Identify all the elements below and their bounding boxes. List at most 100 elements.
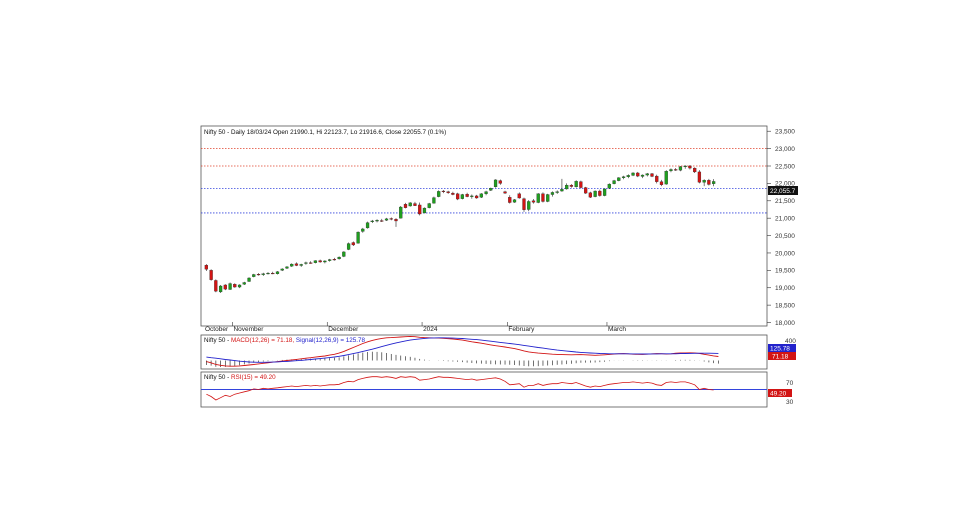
month-tick-label: March	[608, 326, 626, 333]
candle-body	[299, 264, 303, 266]
price-y-tick-label: 22,500	[775, 163, 795, 170]
candle-body	[275, 271, 280, 274]
price-y-tick-label: 23,000	[775, 146, 795, 153]
candle-body	[503, 191, 507, 194]
candle-body	[460, 194, 464, 199]
candle-body	[441, 190, 446, 192]
candle-body	[560, 189, 564, 192]
rsi-label-prefix: Nifty 50 -	[204, 374, 231, 381]
candle-body	[242, 282, 246, 285]
month-tick-label: October	[205, 326, 229, 333]
last-price-label: 22,055.7	[770, 188, 796, 195]
candle-body	[650, 173, 654, 177]
candle-body	[252, 274, 256, 277]
candle-body	[375, 220, 379, 222]
candle-body	[309, 262, 313, 264]
candle-body	[418, 204, 422, 215]
candle-body	[565, 184, 569, 190]
candle-body	[294, 263, 299, 266]
candle-53	[456, 192, 460, 201]
candle-body	[399, 206, 403, 219]
candle-5	[228, 282, 232, 290]
candle-body	[271, 272, 275, 275]
candle-body	[536, 193, 540, 203]
candle-body	[655, 175, 659, 182]
month-tick-label: December	[328, 326, 359, 333]
candle-body	[285, 266, 289, 269]
price-y-tick-label: 23,500	[775, 129, 795, 136]
macd-y-tick: 400	[785, 338, 796, 345]
candle-body	[223, 284, 227, 290]
candle-body	[669, 169, 673, 172]
candle-body	[702, 180, 706, 183]
candle-body	[522, 198, 526, 210]
candle-body	[351, 242, 355, 246]
candle-body	[569, 184, 574, 187]
candle-30	[346, 242, 351, 251]
candle-body	[640, 174, 645, 177]
candle-body	[612, 180, 616, 184]
candle-34	[365, 221, 370, 229]
candle-body	[508, 197, 512, 203]
candle-body	[527, 201, 531, 210]
candle-48	[432, 196, 436, 204]
macd-panel-label: Nifty 50 - MACD(12,26) = 71.18, Signal(1…	[204, 337, 366, 344]
candle-body	[588, 192, 592, 198]
candle-81	[588, 191, 592, 198]
candle-body	[617, 177, 621, 181]
candle-body	[233, 284, 237, 288]
candle-body	[218, 285, 223, 293]
candle-body	[697, 171, 702, 183]
price-y-tick-label: 21,500	[775, 198, 795, 205]
rsi-label-value: RSI(15) = 49.20	[231, 374, 276, 381]
month-tick-label: November	[233, 326, 264, 333]
month-tick-label: February	[508, 326, 535, 333]
price-y-tick-label: 18,500	[775, 302, 795, 309]
candle-body	[631, 172, 635, 176]
candle-body	[465, 194, 469, 197]
candle-54	[460, 193, 464, 200]
candle-body	[365, 222, 370, 229]
candle-body	[380, 220, 384, 222]
month-tick-label: 2024	[423, 326, 438, 333]
candle-body	[574, 181, 578, 188]
candle-body	[437, 191, 441, 197]
candle-body	[607, 183, 611, 189]
candle-body	[313, 260, 318, 263]
candle-body	[493, 179, 498, 188]
candle-body	[323, 260, 327, 263]
candle-46	[422, 207, 427, 214]
candle-47	[427, 202, 431, 209]
candle-body	[598, 190, 602, 196]
candle-body	[712, 181, 716, 184]
candle-body	[517, 193, 521, 199]
candle-body	[318, 260, 322, 263]
candle-body	[602, 188, 607, 196]
candle-body	[280, 268, 284, 271]
candle-32	[356, 231, 360, 244]
candle-body	[356, 231, 360, 244]
candle-body	[337, 256, 341, 260]
candle-84	[602, 188, 607, 197]
candle-body	[659, 181, 664, 185]
candle-body	[266, 272, 270, 275]
candle-body	[693, 167, 697, 173]
candle-body	[370, 220, 374, 222]
candle-body	[237, 284, 242, 288]
candle-body	[664, 171, 668, 185]
macd-signal-badge-label: 125.78	[770, 346, 790, 353]
macd-label-signal: Signal(12,26,9) = 125.78	[294, 337, 365, 344]
candle-body	[204, 264, 208, 270]
candle-2	[214, 279, 218, 293]
candle-body	[626, 175, 630, 177]
candle-body	[432, 197, 436, 204]
candle-body	[674, 169, 678, 171]
candle-body	[678, 166, 683, 171]
candle-67	[522, 197, 526, 212]
price-y-tick-label: 18,000	[775, 320, 795, 327]
candle-body	[247, 277, 251, 282]
candle-body	[403, 204, 408, 208]
candle-body	[389, 218, 393, 220]
candle-body	[579, 181, 583, 188]
candle-body	[446, 191, 450, 193]
